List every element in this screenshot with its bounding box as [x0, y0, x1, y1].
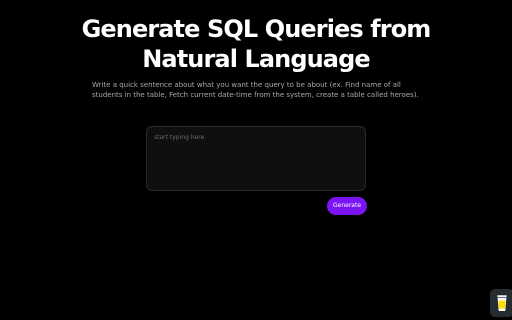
page: Generate SQL Queries from Natural Langua… [0, 0, 512, 320]
generate-button[interactable]: Generate [327, 197, 367, 215]
buy-me-a-coffee-button[interactable] [490, 289, 512, 317]
page-title-line-2: Natural Language [142, 45, 370, 73]
page-description: Write a quick sentence about what you wa… [92, 81, 419, 99]
query-input[interactable] [146, 126, 366, 191]
coffee-cup-icon [496, 294, 508, 311]
page-title: Generate SQL Queries from Natural Langua… [0, 14, 512, 74]
page-title-line-1: Generate SQL Queries from [81, 15, 432, 43]
